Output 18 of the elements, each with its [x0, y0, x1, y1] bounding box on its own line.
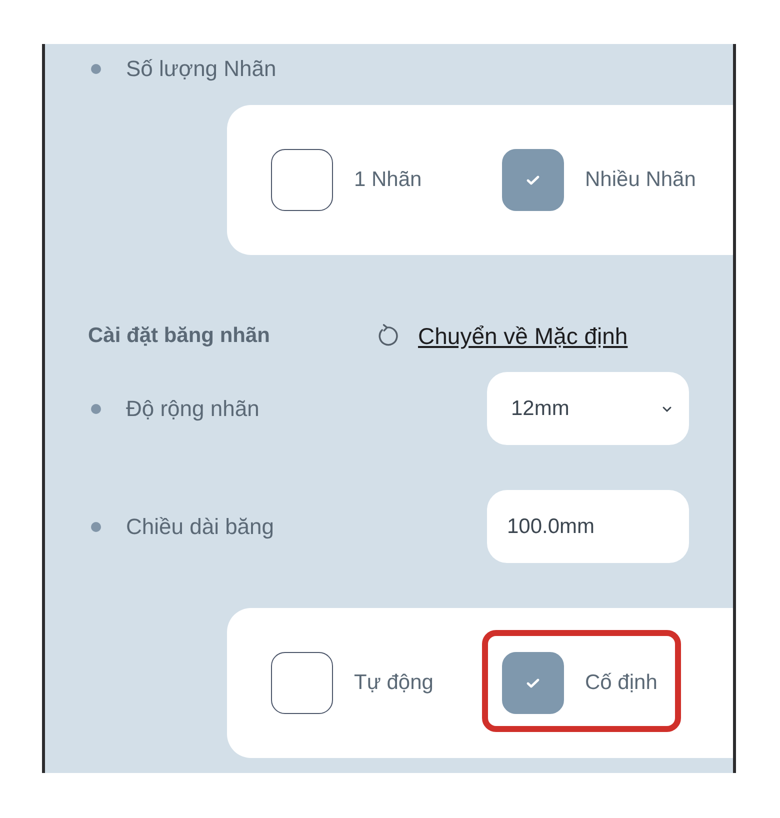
- checkbox[interactable]: [271, 149, 333, 211]
- field-label: Chiều dài băng: [126, 514, 274, 540]
- section-label: Số lượng Nhãn: [126, 56, 276, 82]
- reset-link[interactable]: Chuyển về Mặc định: [418, 322, 628, 350]
- field-label: Độ rộng nhãn: [126, 396, 260, 422]
- checkbox[interactable]: [502, 149, 564, 211]
- checkbox[interactable]: [502, 652, 564, 714]
- option-label[interactable]: 1 Nhãn: [354, 168, 422, 192]
- bullet-icon: [91, 522, 101, 532]
- section-title: Cài đặt băng nhãn: [88, 324, 270, 348]
- select-field[interactable]: 12mm: [487, 372, 689, 445]
- option-label[interactable]: Cố định: [585, 671, 658, 695]
- option-label[interactable]: Tự động: [354, 671, 434, 695]
- input-field[interactable]: 100.0mm: [487, 490, 689, 563]
- bullet-icon: [91, 404, 101, 414]
- bullet-icon: [91, 64, 101, 74]
- option-label[interactable]: Nhiều Nhãn: [585, 168, 696, 192]
- checkbox[interactable]: [271, 652, 333, 714]
